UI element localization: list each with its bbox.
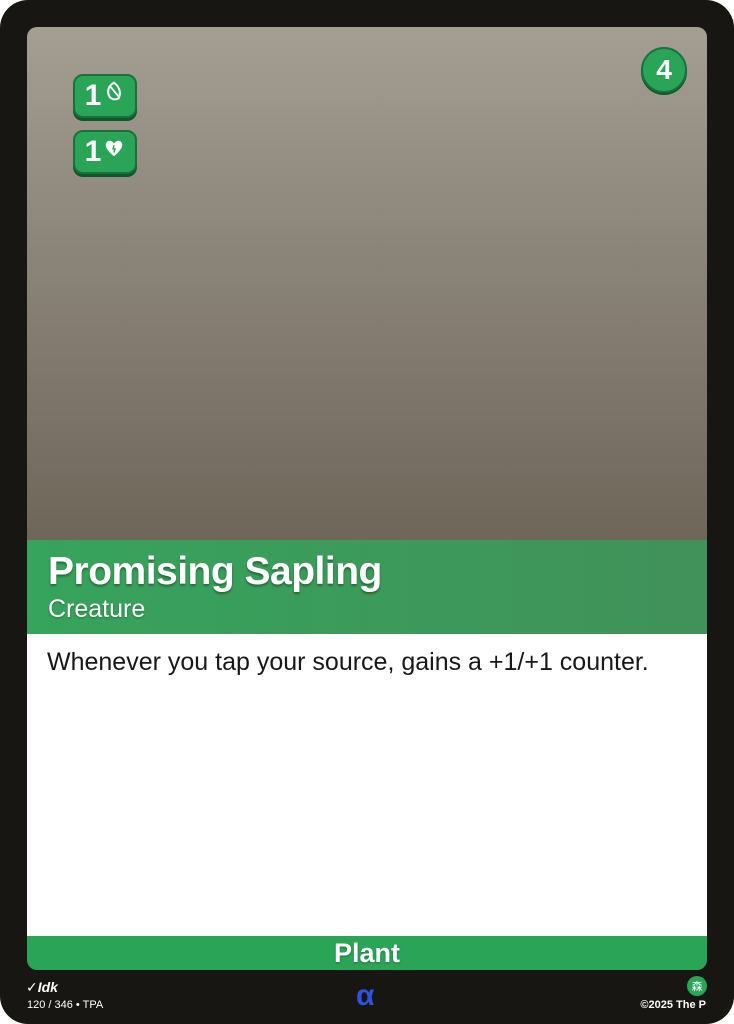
rarity-alpha-icon: α	[356, 979, 375, 1012]
rules-box: Whenever you tap your source, gains a +1…	[27, 634, 707, 936]
game-card[interactable]: 1 1 4 Promising Sapling Creature Wheneve…	[0, 0, 734, 1024]
copyright-text: ©2025 The P	[640, 999, 706, 1011]
rules-text: Whenever you tap your source, gains a +1…	[47, 648, 649, 676]
attack-leaf-icon	[107, 81, 122, 101]
cost-value: 4	[656, 54, 672, 85]
artist-name: Idk	[37, 979, 58, 995]
card-type: Creature	[48, 595, 146, 623]
card-name: Promising Sapling	[48, 550, 382, 593]
name-bar: Promising Sapling Creature	[27, 540, 707, 634]
health-value: 1	[84, 135, 102, 168]
card-art: 1 1 4	[27, 27, 707, 541]
health-heart-icon	[106, 140, 123, 157]
subtype-label: Plant	[333, 937, 400, 968]
cost-orb: 4	[641, 47, 687, 93]
subtype-bar: Plant	[27, 936, 707, 970]
health-stat-badge: 1	[73, 130, 137, 174]
set-symbol-icon: 森	[687, 976, 707, 996]
attack-value: 1	[84, 79, 102, 112]
collector-info: 120 / 346 • TPA	[27, 999, 104, 1011]
artist-credit: ✓Idk	[26, 979, 58, 995]
attack-stat-badge: 1	[73, 74, 137, 118]
